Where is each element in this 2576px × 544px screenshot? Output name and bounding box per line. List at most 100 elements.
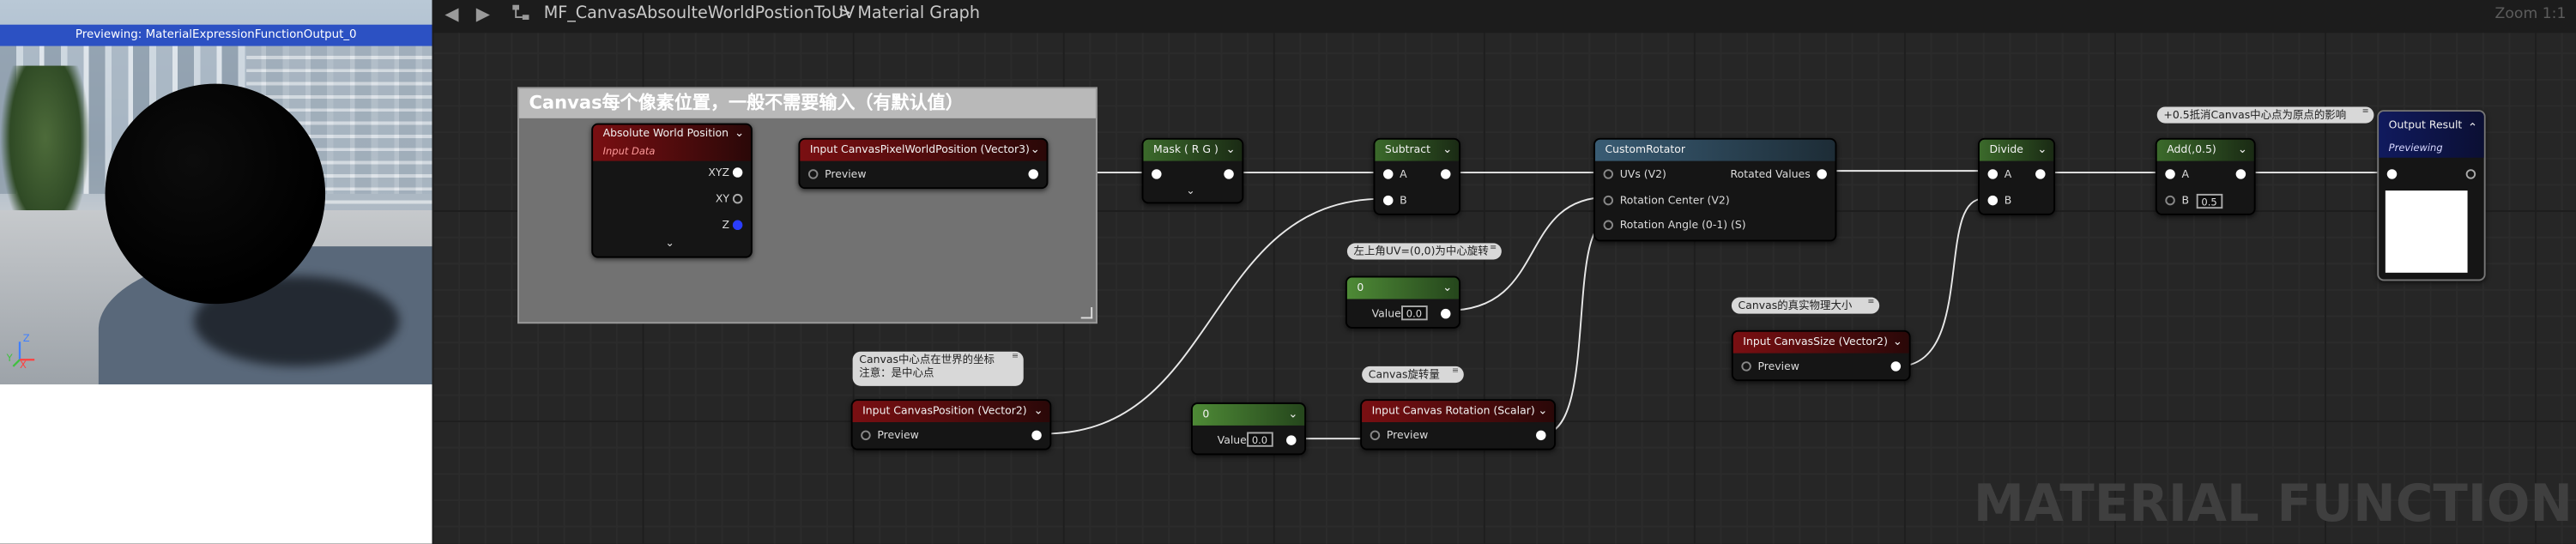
input-pin-preview[interactable] bbox=[861, 430, 871, 441]
output-pin[interactable] bbox=[1890, 361, 1902, 372]
chevron-down-icon[interactable]: ⌄ bbox=[1893, 332, 1902, 354]
output-pin[interactable] bbox=[1536, 430, 1546, 441]
output-pin-xy[interactable] bbox=[732, 193, 743, 204]
pin-label-a: A bbox=[2004, 167, 2012, 181]
node-input-canvas-pixel-world-position[interactable]: Input CanvasPixelWorldPosition (Vector3)… bbox=[798, 137, 1049, 190]
comment-bubble-top-left-uv[interactable]: 左上角UV=(0,0)为中心旋转 ≡ bbox=[1346, 243, 1502, 260]
node-mask[interactable]: Mask ( R G ) ⌄ ⌄ bbox=[1141, 137, 1244, 204]
comment-bubble-canvas-size[interactable]: Canvas的真实物理大小 ≡ bbox=[1731, 297, 1880, 314]
input-pin-rotation-center[interactable] bbox=[1603, 195, 1614, 206]
value-label: Value bbox=[1217, 433, 1247, 447]
node-title: Add(,0.5) bbox=[2167, 142, 2216, 156]
output-pin[interactable] bbox=[2465, 169, 2476, 179]
node-header: Absolute World Position Input Data ⌄ bbox=[593, 124, 751, 161]
comment-bubble-canvas-rotation[interactable]: Canvas旋转量 ≡ bbox=[1362, 366, 1464, 384]
output-pin[interactable] bbox=[1224, 169, 1234, 179]
material-function-watermark: MATERIAL FUNCTION bbox=[1973, 474, 2573, 535]
input-pin-preview[interactable] bbox=[1370, 430, 1381, 441]
input-pin-uvs[interactable] bbox=[1603, 169, 1614, 179]
node-header: Add(,0.5) ⌄ bbox=[2156, 139, 2254, 161]
input-pin-preview[interactable] bbox=[807, 169, 819, 179]
bubble-text-line2: 注意：是中心点 bbox=[859, 366, 934, 380]
input-pin-b[interactable] bbox=[2165, 195, 2175, 206]
node-custom-rotator[interactable]: CustomRotator UVs (V2) Rotation Center (… bbox=[1593, 137, 1837, 242]
pin-label-preview: Preview bbox=[877, 428, 919, 443]
chevron-down-icon[interactable]: ⌄ bbox=[1538, 401, 1547, 422]
input-pin-a[interactable] bbox=[1987, 169, 1999, 179]
material-graph-canvas[interactable]: ◀ ▶ MF_CanvasAbsoulteWorldPostionToUV > … bbox=[432, 0, 2576, 544]
node-input-canvas-rotation[interactable]: Input Canvas Rotation (Scalar) ⌄ Preview bbox=[1360, 399, 1557, 450]
chevron-down-icon[interactable]: ⌄ bbox=[735, 125, 744, 143]
pin-label-rotation-center: Rotation Center (V2) bbox=[1619, 193, 1730, 208]
axis-y-label: Y bbox=[6, 353, 13, 366]
bubble-toggle-icon[interactable]: ≡ bbox=[1452, 367, 1459, 376]
output-pin[interactable] bbox=[1031, 430, 1042, 441]
expand-chevron-icon[interactable]: ⌄ bbox=[1186, 184, 1194, 196]
node-absolute-world-position[interactable]: Absolute World Position Input Data ⌄ XY Z… bbox=[591, 123, 753, 258]
node-output-result[interactable]: Output Result Previewing ⌃ bbox=[2377, 110, 2486, 281]
node-divide[interactable]: Divide ⌄ A B bbox=[1978, 137, 2056, 215]
pin-label-preview: Preview bbox=[1757, 360, 1799, 373]
output-pin[interactable] bbox=[1028, 169, 1038, 179]
resize-handle-icon[interactable] bbox=[1080, 307, 1093, 319]
chevron-down-icon[interactable]: ⌄ bbox=[1442, 140, 1452, 161]
node-constant-bottom[interactable]: 0 ⌄ Value 0.0 bbox=[1191, 402, 1307, 456]
input-pin-a[interactable] bbox=[1383, 169, 1394, 179]
node-title: Input Canvas Rotation (Scalar) bbox=[1371, 403, 1535, 418]
output-pin-rotated-values[interactable] bbox=[1817, 169, 1827, 179]
node-subtitle: Previewing bbox=[2388, 142, 2443, 154]
preview-viewport[interactable]: Previewing: MaterialExpressionFunctionOu… bbox=[0, 0, 432, 384]
input-pin-rotation-angle[interactable] bbox=[1603, 220, 1614, 231]
bubble-toggle-icon[interactable]: ≡ bbox=[1012, 353, 1019, 361]
chevron-down-icon[interactable]: ⌄ bbox=[1033, 401, 1043, 422]
output-pin-z[interactable] bbox=[732, 220, 743, 231]
comment-bubble-canvas-position[interactable]: Canvas中心点在世界的坐标 注意：是中心点 ≡ bbox=[852, 351, 1024, 386]
chevron-down-icon[interactable]: ⌄ bbox=[1288, 404, 1297, 426]
pin-label-xy: XY bbox=[715, 191, 730, 206]
input-pin-b[interactable] bbox=[1987, 195, 1999, 206]
comment-bubble-add-note[interactable]: +0.5抵消Canvas中心点为原点的影响 ≡ bbox=[2156, 106, 2374, 124]
output-pin[interactable] bbox=[1441, 308, 1451, 319]
pin-label-preview: Preview bbox=[1386, 428, 1429, 443]
node-header: 0 ⌄ bbox=[1192, 403, 1305, 426]
node-input-canvas-size[interactable]: Input CanvasSize (Vector2) ⌄ Preview bbox=[1731, 329, 1911, 382]
input-pin-a[interactable] bbox=[2165, 169, 2175, 179]
node-header: Input Canvas Rotation (Scalar) ⌄ bbox=[1362, 401, 1555, 423]
input-pin[interactable] bbox=[2386, 169, 2398, 179]
node-header: Input CanvasPosition (Vector2) ⌄ bbox=[852, 401, 1050, 423]
chevron-down-icon[interactable]: ⌄ bbox=[1225, 140, 1235, 161]
pin-label-b: B bbox=[2181, 193, 2190, 208]
preview-sphere bbox=[105, 83, 326, 305]
chevron-down-icon[interactable]: ⌄ bbox=[2037, 140, 2047, 161]
bubble-toggle-icon[interactable]: ≡ bbox=[1490, 244, 1497, 252]
node-header: Divide ⌄ bbox=[1979, 139, 2054, 161]
node-header: Input CanvasSize (Vector2) ⌄ bbox=[1732, 331, 1909, 354]
node-input-canvas-position[interactable]: Input CanvasPosition (Vector2) ⌄ Preview bbox=[850, 399, 1052, 450]
chevron-down-icon[interactable]: ⌄ bbox=[1031, 140, 1040, 161]
bubble-text-line1: Canvas中心点在世界的坐标 bbox=[859, 353, 995, 366]
comment-title[interactable]: Canvas每个像素位置，一般不需要输入（有默认值） bbox=[518, 88, 1096, 118]
collapse-icon[interactable]: ⌃ bbox=[2468, 118, 2477, 138]
chevron-down-icon[interactable]: ⌄ bbox=[2238, 140, 2247, 161]
pin-label-z: Z bbox=[722, 218, 730, 232]
chevron-down-icon[interactable]: ⌄ bbox=[1442, 278, 1452, 299]
node-constant-center[interactable]: 0 ⌄ Value 0.0 bbox=[1345, 275, 1460, 329]
pin-label-b: B bbox=[2004, 193, 2012, 208]
value-field[interactable]: 0.0 bbox=[1401, 305, 1428, 321]
input-pin-b[interactable] bbox=[1383, 195, 1394, 206]
output-pin[interactable] bbox=[1441, 169, 1451, 179]
input-pin-preview[interactable] bbox=[1741, 361, 1751, 372]
output-pin-xyz[interactable] bbox=[732, 167, 743, 178]
expand-chevron-icon[interactable]: ⌄ bbox=[665, 237, 674, 250]
bubble-toggle-icon[interactable]: ≡ bbox=[1867, 298, 1874, 306]
axis-gizmo-icon: Z Y X bbox=[6, 334, 43, 372]
bubble-toggle-icon[interactable]: ≡ bbox=[2362, 107, 2369, 116]
output-pin[interactable] bbox=[2035, 169, 2046, 179]
input-pin[interactable] bbox=[1152, 169, 1162, 179]
output-pin[interactable] bbox=[2235, 169, 2246, 179]
output-pin[interactable] bbox=[1286, 435, 1297, 445]
value-field[interactable]: 0.0 bbox=[1247, 432, 1273, 447]
b-value-field[interactable]: 0.5 bbox=[2196, 193, 2223, 209]
node-subtract[interactable]: Subtract ⌄ A B bbox=[1373, 137, 1460, 215]
node-add[interactable]: Add(,0.5) ⌄ A B 0.5 bbox=[2155, 137, 2256, 215]
